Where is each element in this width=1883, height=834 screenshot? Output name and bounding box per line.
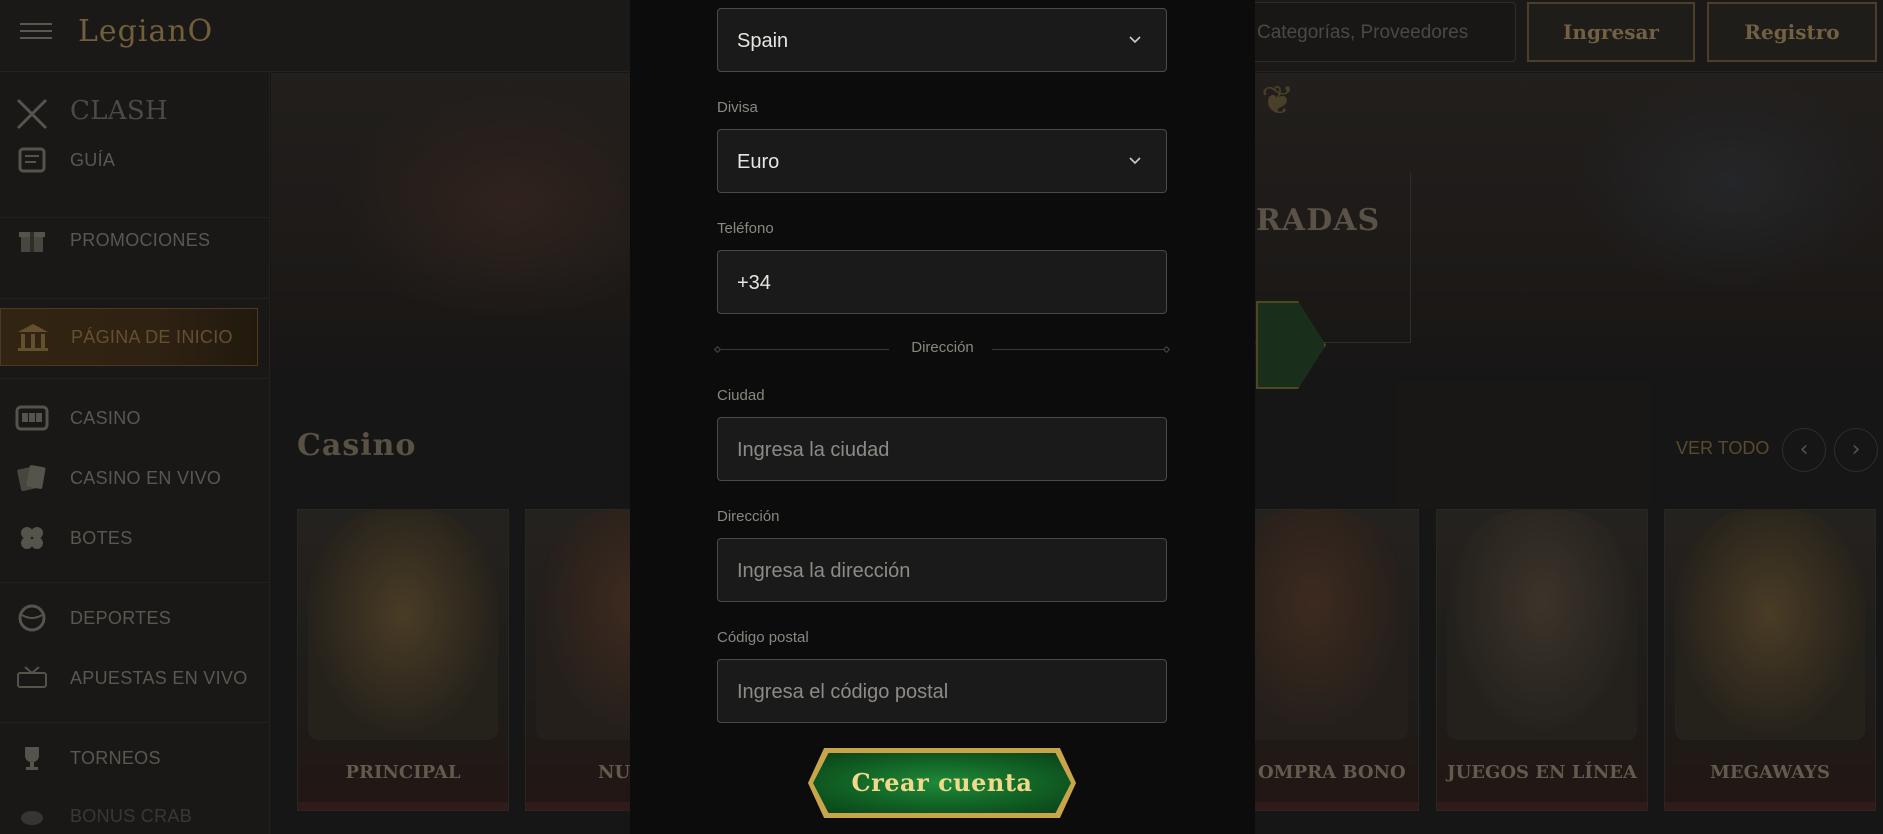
city-label: Ciudad <box>717 387 765 404</box>
currency-value: Euro <box>737 151 780 173</box>
page: LegianO Categorías, Proveedores Ingresar… <box>0 0 1883 834</box>
country-value: Spain <box>737 30 789 52</box>
currency-label: Divisa <box>717 99 758 116</box>
postal-code-placeholder: Ingresa el código postal <box>737 681 949 703</box>
postal-code-field[interactable]: Ingresa el código postal <box>717 659 1167 723</box>
create-account-label: Crear cuenta <box>851 768 1033 797</box>
registration-modal: Spain Divisa Euro Teléfono +34 Dirección… <box>630 0 1255 834</box>
chevron-down-icon <box>1129 157 1141 165</box>
country-select[interactable]: Spain <box>717 8 1167 72</box>
phone-field[interactable]: +34 <box>717 250 1167 314</box>
phone-label: Teléfono <box>717 220 774 237</box>
phone-value: +34 <box>737 272 771 294</box>
postal-code-label: Código postal <box>717 629 809 646</box>
currency-select[interactable]: Euro <box>717 129 1167 193</box>
address-label: Dirección <box>717 508 780 525</box>
city-field[interactable]: Ingresa la ciudad <box>717 417 1167 481</box>
address-section-heading: Dirección <box>911 339 974 356</box>
create-account-button[interactable]: Crear cuenta <box>808 748 1076 818</box>
address-field[interactable]: Ingresa la dirección <box>717 538 1167 602</box>
address-placeholder: Ingresa la dirección <box>737 560 911 582</box>
chevron-down-icon <box>1129 36 1141 44</box>
city-placeholder: Ingresa la ciudad <box>737 439 890 461</box>
